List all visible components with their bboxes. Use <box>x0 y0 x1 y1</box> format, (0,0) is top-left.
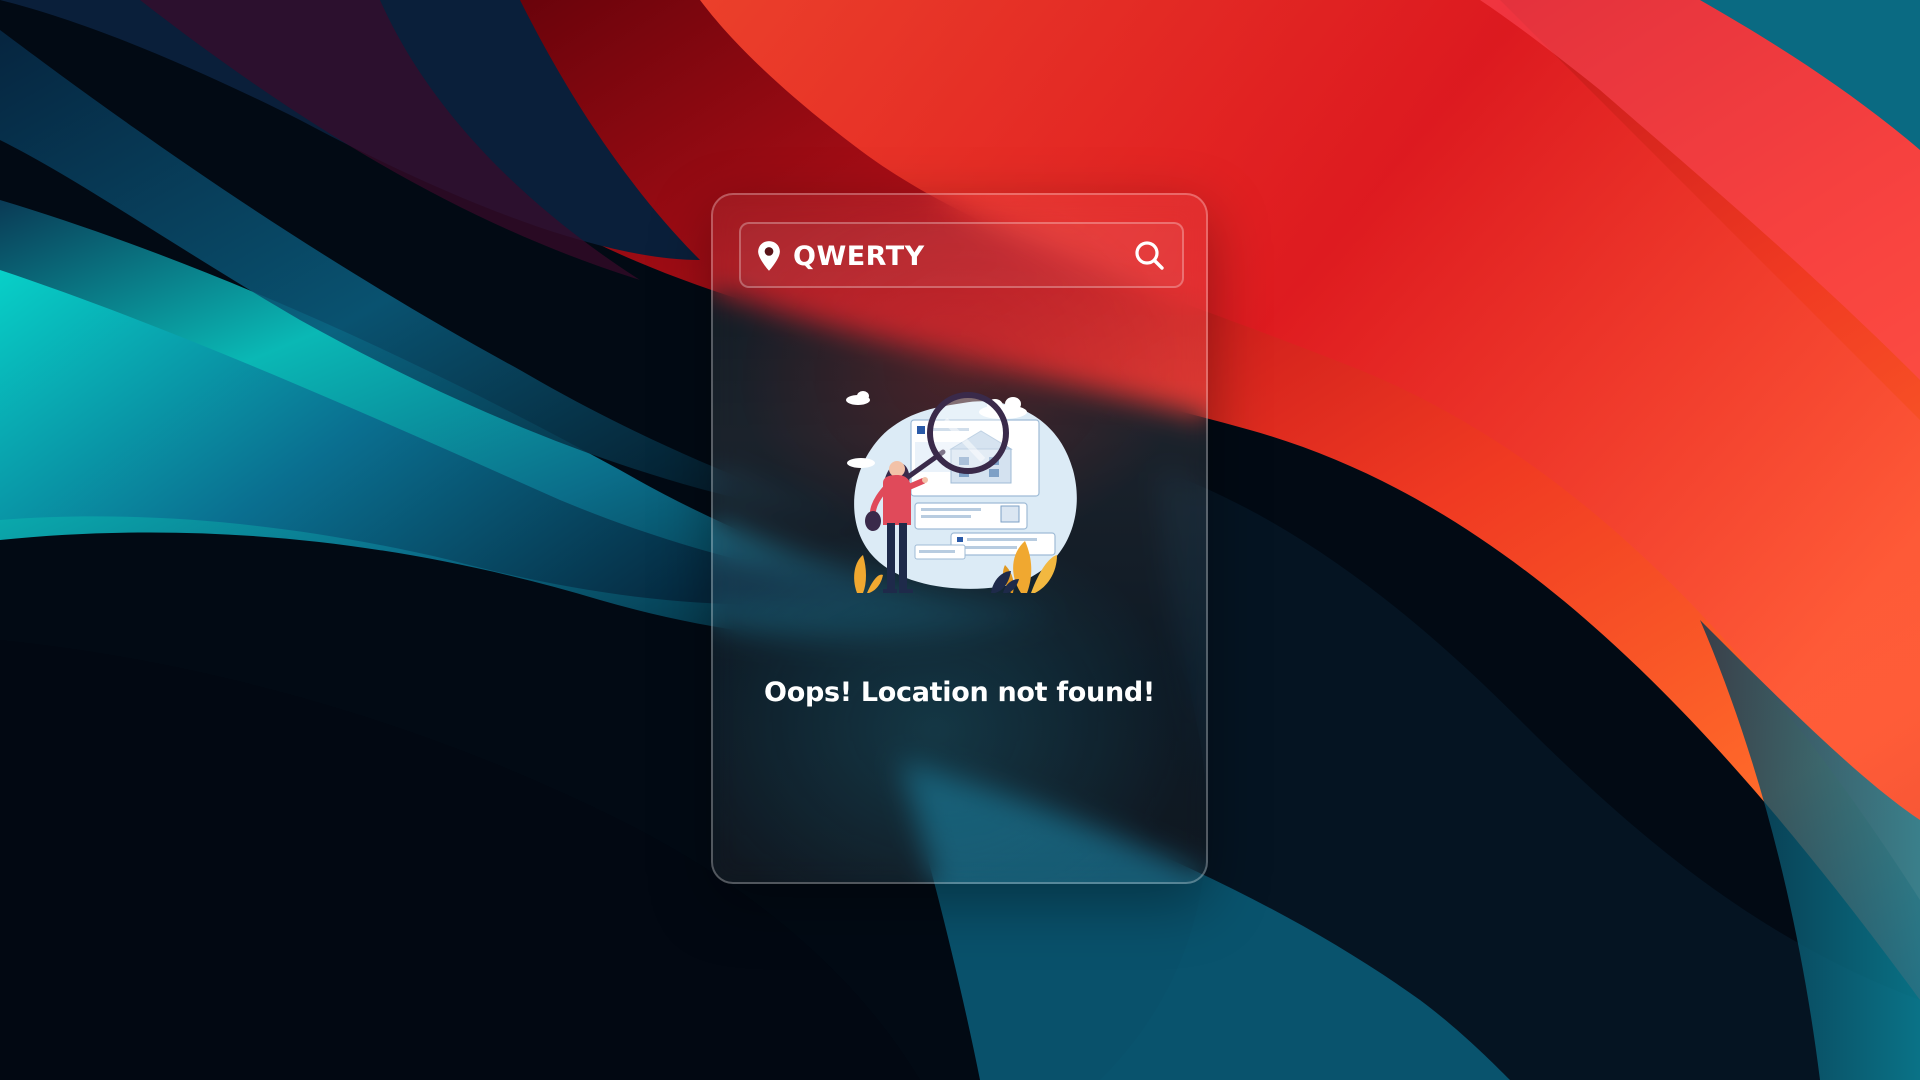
magnifier-icon <box>1135 241 1164 270</box>
location-search-input[interactable] <box>793 234 1113 278</box>
search-button[interactable] <box>1130 236 1170 276</box>
map-pin-icon <box>758 241 780 271</box>
weather-search-card: Oops! Location not found! <box>711 193 1208 884</box>
location-search-bar <box>739 222 1184 288</box>
not-found-illustration <box>846 391 1077 593</box>
not-found-message: Oops! Location not found! <box>764 677 1155 708</box>
